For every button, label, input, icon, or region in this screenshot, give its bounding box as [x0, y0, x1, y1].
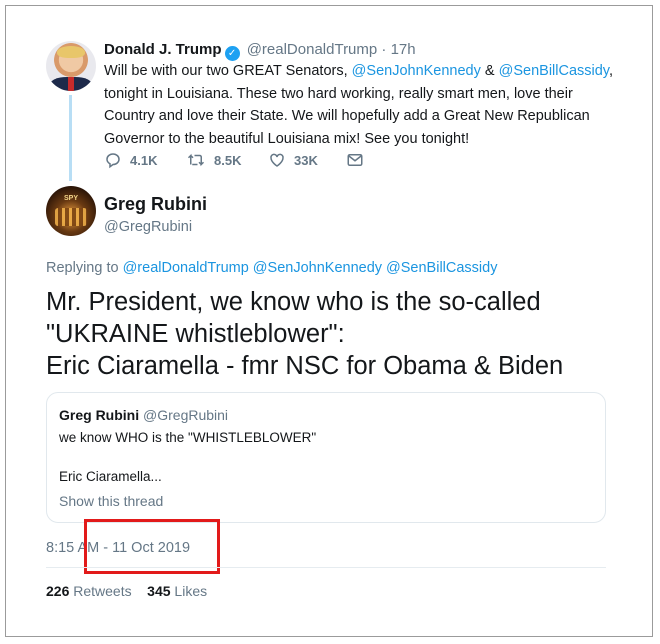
quoted-text-line1: we know WHO is the "WHISTLEBLOWER" [59, 430, 317, 445]
original-tweet-text: Will be with our two GREAT Senators, @Se… [104, 60, 614, 150]
likes-stat[interactable]: 345 Likes [147, 583, 207, 599]
stats-divider [46, 567, 606, 568]
original-author-name[interactable]: Donald J. Trump [104, 41, 222, 58]
original-tweet-header: Donald J. Trump ✓ @realDonaldTrump · 17h [104, 40, 416, 61]
retweets-count: 226 [46, 583, 70, 599]
retweets-stat[interactable]: 226 Retweets [46, 583, 132, 599]
thread-connector-line [69, 95, 72, 181]
show-this-thread-link[interactable]: Show this thread [59, 493, 163, 509]
message-icon [347, 154, 363, 166]
reply-author-handle[interactable]: @GregRubini [104, 217, 192, 237]
avatar-trump[interactable] [46, 41, 96, 91]
mention-senjohnkennedy[interactable]: @SenJohnKennedy [352, 63, 481, 79]
quoted-author-name: Greg Rubini [59, 407, 140, 423]
quoted-author-handle: @GregRubini [143, 407, 229, 423]
retweet-icon [187, 153, 205, 167]
retweet-button[interactable]: 8.5K [186, 151, 241, 169]
likes-label: Likes [174, 583, 208, 599]
highlight-annotation-box [84, 519, 220, 574]
like-count: 33K [294, 153, 318, 168]
tweet-text-part1: Will be with our two GREAT Senators, [104, 63, 352, 79]
replying-to: Replying to @realDonaldTrump @SenJohnKen… [46, 258, 497, 278]
retweets-label: Retweets [73, 583, 132, 599]
avatar-tie [68, 77, 74, 91]
reply-text-line3: Eric Ciaramella - fmr NSC for Obama & Bi… [46, 352, 564, 380]
direct-message-button[interactable] [346, 151, 372, 169]
quoted-tweet-card[interactable]: Greg Rubini @GregRubini we know WHO is t… [46, 392, 606, 523]
avatar-lamp-graphic [55, 208, 87, 226]
reply-text-line2: "UKRAINE whistleblower": [46, 320, 345, 348]
engagement-stats: 226 Retweets 345 Likes [46, 583, 207, 599]
like-icon [270, 153, 284, 167]
reply-count: 4.1K [130, 153, 158, 168]
reply-icon [106, 153, 120, 169]
avatar-greg-rubini[interactable]: SPY [46, 186, 96, 236]
quoted-text-line2: Eric Ciaramella... [59, 469, 162, 484]
reply-author-name[interactable]: Greg Rubini [104, 193, 207, 215]
retweet-count: 8.5K [214, 153, 242, 168]
header-separator: · [381, 41, 387, 58]
reply-text-line1: Mr. President, we know who is the so-cal… [46, 288, 541, 316]
replying-to-prefix: Replying to [46, 260, 123, 276]
avatar-hair [57, 46, 85, 58]
replying-to-mentions[interactable]: @realDonaldTrump @SenJohnKennedy @SenBil… [123, 260, 498, 276]
tweet-text-part2: & [480, 63, 499, 79]
reply-button[interactable]: 4.1K [104, 151, 157, 169]
likes-count: 345 [147, 583, 171, 599]
like-button[interactable]: 33K [268, 151, 318, 169]
verified-icon: ✓ [224, 46, 240, 61]
original-author-handle[interactable]: @realDonaldTrump [247, 41, 378, 58]
reply-tweet-text: Mr. President, we know who is the so-cal… [46, 286, 626, 382]
mention-senbillcassidy[interactable]: @SenBillCassidy [499, 63, 609, 79]
quoted-header: Greg Rubini @GregRubini [59, 407, 228, 423]
original-time-ago[interactable]: 17h [391, 41, 416, 58]
avatar-badge-text: SPY [63, 195, 78, 202]
